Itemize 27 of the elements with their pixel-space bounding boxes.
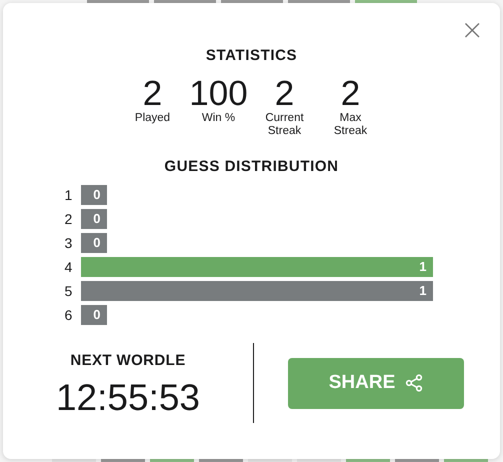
distribution-bar: 0 [80, 305, 106, 325]
stat-label: Played [134, 112, 172, 125]
countdown-timer: 12:55:53 [56, 376, 200, 418]
stat-label: Win % [200, 112, 236, 125]
guess-number: 1 [64, 187, 74, 203]
distribution-bar: 1 [80, 257, 432, 277]
share-button[interactable]: SHARE [288, 358, 464, 408]
share-icon [405, 374, 424, 392]
stat-label: Current Streak [264, 112, 305, 138]
distribution-bar: 1 [80, 281, 432, 301]
distribution-heading: GUESS DISTRIBUTION [164, 158, 339, 175]
stat-label: Max Streak [332, 112, 368, 138]
guess-number: 4 [64, 259, 74, 275]
guess-number: 5 [64, 283, 74, 299]
stat-value: 2 [340, 76, 360, 112]
guess-number: 2 [64, 211, 74, 227]
guess-number: 3 [64, 235, 74, 251]
statistics-heading: STATISTICS [206, 47, 298, 64]
stat-value: 2 [142, 76, 162, 112]
distribution-bar: 0 [80, 209, 106, 229]
close-button[interactable]: × [460, 19, 484, 41]
next-wordle-label: NEXT WORDLE [70, 352, 186, 368]
distribution-bar: 0 [80, 185, 106, 205]
guess-number: 6 [64, 307, 74, 323]
stat-value: 100 [189, 76, 248, 112]
distribution-bar: 0 [80, 233, 106, 253]
stat-value: 2 [274, 76, 294, 112]
